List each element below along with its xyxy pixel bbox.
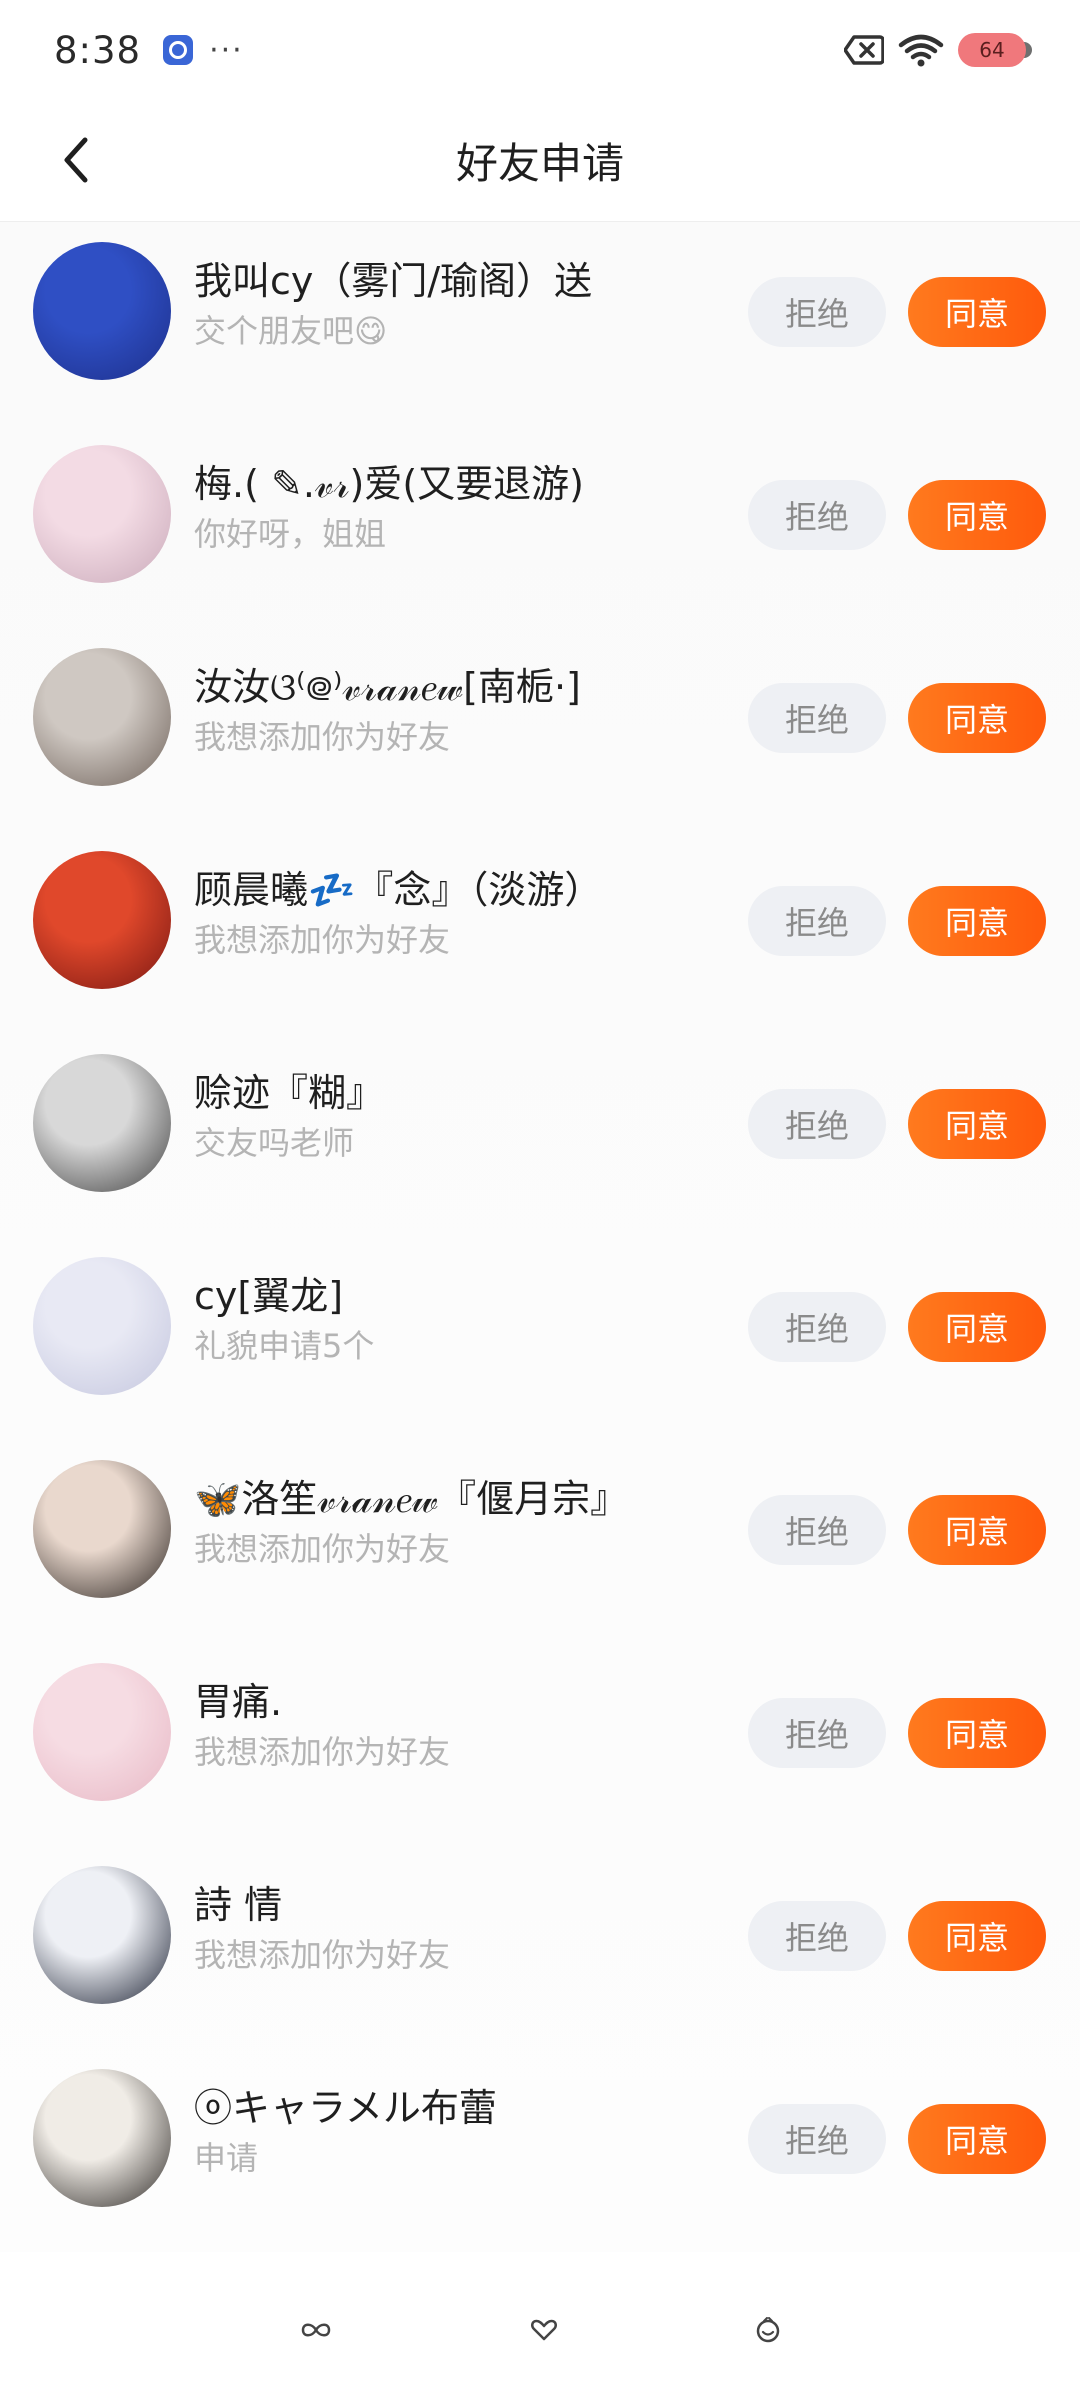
reject-button[interactable]: 拒绝 (748, 1292, 886, 1362)
agree-button[interactable]: 同意 (908, 480, 1046, 550)
avatar[interactable] (33, 1257, 171, 1395)
request-message: 我想添加你为好友 (194, 1936, 451, 1974)
agree-button[interactable]: 同意 (908, 683, 1046, 753)
reject-button[interactable]: 拒绝 (748, 1089, 886, 1159)
requester-name: 詩 情 (194, 1883, 283, 1927)
reject-button[interactable]: 拒绝 (748, 1495, 886, 1565)
battery-indicator: 64 (958, 33, 1032, 67)
request-message: 申请 (194, 2139, 259, 2177)
avatar[interactable] (33, 242, 171, 380)
friend-request-item: 我叫cy（雾门/瑜阁）送 交个朋友吧😋 拒绝 同意 (0, 222, 1080, 425)
page-title: 好友申请 (455, 139, 624, 188)
reject-button[interactable]: 拒绝 (748, 480, 886, 550)
requester-name: 赊迹『糊』 (194, 1071, 385, 1115)
reject-button[interactable]: 拒绝 (748, 1698, 886, 1768)
avatar[interactable] (33, 648, 171, 786)
request-message: 交友吗老师 (194, 1124, 355, 1162)
friend-request-item: cy[翼龙] 礼貌申请5个 拒绝 同意 (0, 1237, 1080, 1440)
agree-button[interactable]: 同意 (908, 886, 1046, 956)
header-bar: 好友申请 (0, 100, 1080, 222)
agree-button[interactable]: 同意 (908, 1698, 1046, 1768)
avatar[interactable] (33, 1866, 171, 2004)
reject-button[interactable]: 拒绝 (748, 886, 886, 956)
friend-request-item: 顾晨曦💤『念』（淡游） 我想添加你为好友 拒绝 同意 (0, 831, 1080, 1034)
requester-name: 胃痛. (194, 1680, 283, 1724)
agree-button[interactable]: 同意 (908, 1901, 1046, 1971)
friend-request-item: 梅.( ✎.𝓋𝓇)爱(又要退游) 你好呀，姐姐 拒绝 同意 (0, 425, 1080, 628)
avatar[interactable] (33, 445, 171, 583)
chevron-left-icon (64, 137, 88, 183)
request-message: 我想添加你为好友 (194, 1530, 451, 1568)
smile-icon[interactable] (755, 2317, 781, 2343)
reject-button[interactable]: 拒绝 (748, 2104, 886, 2174)
requester-name: 🦋洛笙𝓋𝓇𝒶𝓃𝑒𝓌『偃月宗』 (194, 1477, 629, 1521)
requester-name: cy[翼龙] (194, 1274, 344, 1318)
friend-request-item: 胃痛. 我想添加你为好友 拒绝 同意 (0, 1643, 1080, 1846)
friend-request-item: 🦋洛笙𝓋𝓇𝒶𝓃𝑒𝓌『偃月宗』 我想添加你为好友 拒绝 同意 (0, 1440, 1080, 1643)
friend-request-item: 汝汝ଓ⁽᪤⁾𝓋𝓇𝒶𝓃𝑒𝓌[南栀·] 我想添加你为好友 拒绝 同意 (0, 628, 1080, 831)
requester-name: 汝汝ଓ⁽᪤⁾𝓋𝓇𝒶𝓃𝑒𝓌[南栀·] (194, 665, 581, 709)
agree-button[interactable]: 同意 (908, 2104, 1046, 2174)
reject-button[interactable]: 拒绝 (748, 1901, 886, 1971)
avatar[interactable] (33, 2069, 171, 2207)
request-message: 礼貌申请5个 (194, 1327, 375, 1365)
bottom-nav-bar (0, 2280, 1080, 2380)
app-notification-icon (163, 35, 194, 65)
status-right: 64 (844, 33, 1032, 67)
reject-button[interactable]: 拒绝 (748, 683, 886, 753)
status-bar: 8:38 ··· 64 (0, 0, 1080, 100)
status-more-icon: ··· (209, 32, 244, 68)
requester-name: 梅.( ✎.𝓋𝓇)爱(又要退游) (194, 462, 584, 506)
friend-request-list: 我叫cy（雾门/瑜阁）送 交个朋友吧😋 拒绝 同意 梅.( ✎.𝓋𝓇)爱(又要退… (0, 222, 1080, 2252)
avatar[interactable] (33, 1663, 171, 1801)
reject-button[interactable]: 拒绝 (748, 277, 886, 347)
avatar[interactable] (33, 1054, 171, 1192)
friend-request-item: ⓞキャラメル布蕾 申请 拒绝 同意 (0, 2049, 1080, 2252)
request-message: 我想添加你为好友 (194, 718, 451, 756)
agree-button[interactable]: 同意 (908, 1495, 1046, 1565)
requester-name: 顾晨曦💤『念』（淡游） (194, 868, 603, 912)
agree-button[interactable]: 同意 (908, 1089, 1046, 1159)
status-time: 8:38 (54, 28, 142, 72)
request-message: 你好呀，姐姐 (194, 515, 387, 553)
request-message: 交个朋友吧😋 (194, 312, 388, 350)
wifi-icon (898, 33, 944, 67)
request-message: 我想添加你为好友 (194, 921, 451, 959)
friend-request-item: 赊迹『糊』 交友吗老师 拒绝 同意 (0, 1034, 1080, 1237)
avatar[interactable] (33, 1460, 171, 1598)
request-message: 我想添加你为好友 (194, 1733, 451, 1771)
requester-name: ⓞキャラメル布蕾 (194, 2086, 497, 2130)
infinity-icon[interactable] (299, 2319, 333, 2341)
avatar[interactable] (33, 851, 171, 989)
agree-button[interactable]: 同意 (908, 1292, 1046, 1362)
agree-button[interactable]: 同意 (908, 277, 1046, 347)
no-sim-icon (844, 34, 884, 66)
friend-request-item: 詩 情 我想添加你为好友 拒绝 同意 (0, 1846, 1080, 2049)
back-button[interactable] (44, 128, 108, 192)
heart-icon[interactable] (531, 2318, 557, 2342)
requester-name: 我叫cy（雾门/瑜阁）送 (194, 259, 593, 303)
